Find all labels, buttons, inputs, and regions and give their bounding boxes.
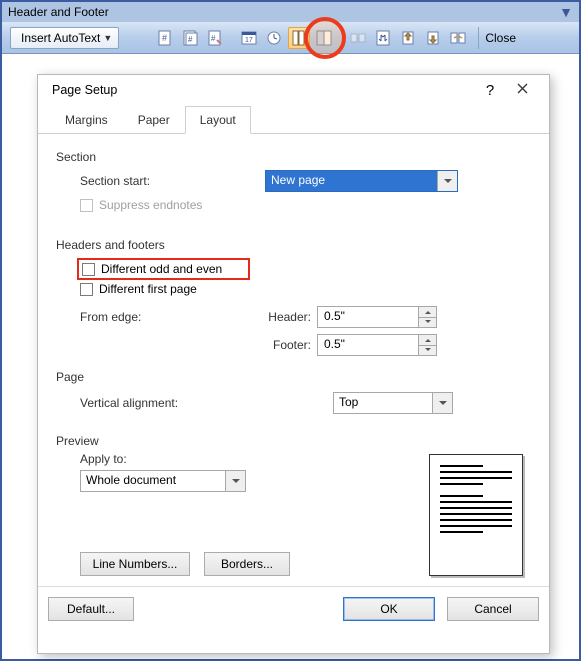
insert-pages-count-icon[interactable]: # xyxy=(179,27,201,49)
insert-autotext-label: Insert AutoText xyxy=(21,31,100,45)
page-preview-icon xyxy=(429,454,523,576)
dialog-footer: Default... OK Cancel xyxy=(38,586,549,631)
toolbar-close-button[interactable]: Close xyxy=(478,27,516,49)
valign-combo[interactable]: Top xyxy=(333,392,453,414)
apply-to-label: Apply to: xyxy=(56,452,429,466)
from-edge-label: From edge: xyxy=(80,310,265,324)
checkbox-icon xyxy=(80,283,93,296)
dropdown-triangle-icon[interactable]: ▼ xyxy=(559,4,573,20)
dialog-title-text: Page Setup xyxy=(52,83,117,97)
footer-label: Footer: xyxy=(265,338,317,352)
insert-time-icon[interactable] xyxy=(263,27,285,49)
dropdown-icon[interactable] xyxy=(437,171,457,191)
spin-down-icon[interactable] xyxy=(419,318,436,328)
svg-text:#: # xyxy=(162,33,167,43)
close-button[interactable] xyxy=(505,83,539,97)
format-page-number-icon[interactable]: # xyxy=(204,27,226,49)
caret-down-icon: ▼ xyxy=(103,33,112,43)
insert-date-icon[interactable]: 17 xyxy=(238,27,260,49)
line-numbers-button[interactable]: Line Numbers... xyxy=(80,552,190,576)
link-to-previous-icon[interactable] xyxy=(447,27,469,49)
same-as-previous-icon[interactable] xyxy=(347,27,369,49)
help-button[interactable]: ? xyxy=(475,82,505,99)
different-odd-even-check[interactable]: Different odd and even xyxy=(82,262,222,276)
toolbar-close-label: Close xyxy=(485,31,516,45)
hf-group-label: Headers and footers xyxy=(56,238,531,252)
header-label: Header: xyxy=(265,310,317,324)
switch-header-footer-icon[interactable] xyxy=(372,27,394,49)
suppress-endnotes-check: Suppress endnotes xyxy=(80,198,202,212)
different-odd-even-label: Different odd and even xyxy=(101,262,222,276)
valign-label: Vertical alignment: xyxy=(80,396,333,410)
checkbox-icon xyxy=(82,263,95,276)
annotation-red-box: Different odd and even xyxy=(77,258,250,280)
section-start-label: Section start: xyxy=(80,174,265,188)
svg-text:#: # xyxy=(211,34,216,43)
cancel-button[interactable]: Cancel xyxy=(447,597,539,621)
page-group-label: Page xyxy=(56,370,531,384)
toolbar-icon-group: # # # 17 xyxy=(154,27,516,49)
hf-toolbar-title: Header and Footer ▼ xyxy=(2,2,579,22)
preview-group-label: Preview xyxy=(56,434,531,448)
toolbar-title-text: Header and Footer xyxy=(8,5,109,19)
dropdown-icon[interactable] xyxy=(225,471,245,491)
footer-spin[interactable]: 0.5" xyxy=(317,334,437,356)
spin-up-icon[interactable] xyxy=(419,335,436,346)
svg-text:17: 17 xyxy=(245,37,253,44)
suppress-endnotes-label: Suppress endnotes xyxy=(99,198,202,212)
tab-strip: Margins Paper Layout xyxy=(38,105,549,134)
apply-to-combo[interactable]: Whole document xyxy=(80,470,246,492)
dialog-titlebar: Page Setup ? xyxy=(38,75,549,105)
dropdown-icon[interactable] xyxy=(432,393,452,413)
spin-down-icon[interactable] xyxy=(419,346,436,356)
section-start-value: New page xyxy=(266,171,437,191)
show-next-icon[interactable] xyxy=(422,27,444,49)
section-group-label: Section xyxy=(56,150,531,164)
apply-to-value: Whole document xyxy=(81,471,225,491)
default-button[interactable]: Default... xyxy=(48,597,134,621)
hf-toolbar: Insert AutoText ▼ # # # 17 xyxy=(2,22,579,54)
borders-button[interactable]: Borders... xyxy=(204,552,290,576)
close-icon xyxy=(517,83,528,94)
valign-value: Top xyxy=(334,393,432,413)
checkbox-icon xyxy=(80,199,93,212)
spin-up-icon[interactable] xyxy=(419,307,436,318)
page-setup-icon[interactable] xyxy=(288,27,310,49)
tab-layout[interactable]: Layout xyxy=(185,106,251,134)
section-start-combo[interactable]: New page xyxy=(265,170,458,192)
ok-button[interactable]: OK xyxy=(343,597,435,621)
show-previous-icon[interactable] xyxy=(397,27,419,49)
insert-autotext-button[interactable]: Insert AutoText ▼ xyxy=(10,27,119,49)
insert-page-number-icon[interactable]: # xyxy=(154,27,176,49)
header-value: 0.5" xyxy=(318,307,418,327)
svg-text:#: # xyxy=(188,35,193,44)
header-spin[interactable]: 0.5" xyxy=(317,306,437,328)
different-first-page-check[interactable]: Different first page xyxy=(80,282,197,296)
footer-value: 0.5" xyxy=(318,335,418,355)
tab-paper[interactable]: Paper xyxy=(123,106,185,134)
show-hide-doc-icon[interactable] xyxy=(313,27,335,49)
tab-margins[interactable]: Margins xyxy=(50,106,123,134)
different-first-page-label: Different first page xyxy=(99,282,197,296)
page-setup-dialog: Page Setup ? Margins Paper Layout Sectio… xyxy=(37,74,550,654)
